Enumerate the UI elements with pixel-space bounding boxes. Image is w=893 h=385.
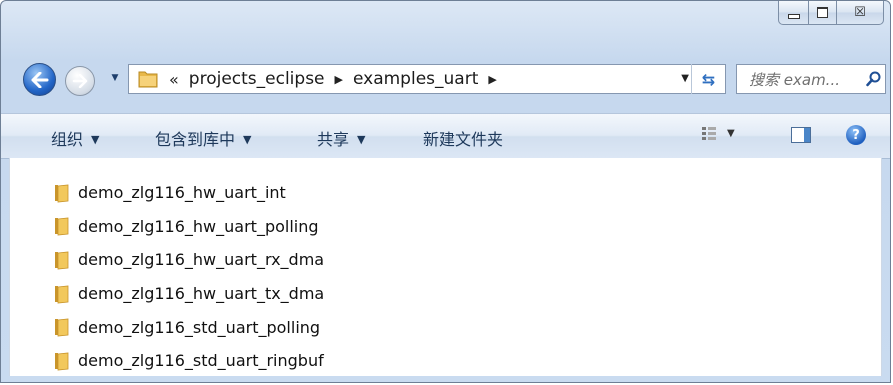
chevron-down-icon: ▼	[91, 133, 100, 146]
folder-icon	[52, 317, 70, 337]
refresh-icon: ⇆	[701, 69, 716, 89]
address-dropdown-icon[interactable]: ▼	[681, 73, 689, 84]
folder-icon	[52, 216, 70, 236]
chevron-down-icon: ▼	[111, 73, 119, 83]
list-item[interactable]: demo_zlg116_hw_uart_tx_dma	[52, 277, 324, 311]
list-item[interactable]: demo_zlg116_std_uart_polling	[52, 310, 324, 344]
minimize-icon	[787, 14, 800, 19]
list-item[interactable]: demo_zlg116_hw_uart_int	[52, 176, 324, 210]
folder-icon	[52, 183, 70, 203]
help-button[interactable]: ?	[846, 125, 866, 145]
include-in-library-menu[interactable]: 包含到库中 ▼	[155, 126, 251, 150]
refresh-button[interactable]: ⇆	[691, 64, 725, 94]
maximize-icon	[817, 7, 828, 18]
file-name: demo_zlg116_hw_uart_rx_dma	[78, 250, 325, 270]
back-button[interactable]	[23, 63, 56, 96]
file-view: demo_zlg116_hw_uart_int demo_zlg116_hw_u…	[9, 158, 882, 376]
list-item[interactable]: demo_zlg116_std_uart_ringbuf	[52, 344, 324, 378]
search-icon[interactable]	[863, 68, 885, 90]
share-label: 共享	[317, 130, 350, 149]
list-item[interactable]: demo_zlg116_hw_uart_rx_dma	[52, 243, 324, 277]
chevron-down-icon: ▼	[243, 133, 252, 146]
organize-menu[interactable]: 组织 ▼	[51, 126, 99, 150]
chevron-down-icon: ▼	[357, 133, 366, 146]
maximize-button[interactable]	[808, 1, 836, 25]
preview-pane-button[interactable]	[791, 127, 811, 143]
close-button[interactable]: ☒	[836, 1, 884, 25]
file-name: demo_zlg116_std_uart_polling	[78, 317, 321, 337]
breadcrumb-separator-icon[interactable]: ▶	[488, 73, 496, 86]
search-box[interactable]: 搜索 exam...	[736, 64, 886, 94]
file-list: demo_zlg116_hw_uart_int demo_zlg116_hw_u…	[52, 176, 324, 378]
folder-icon	[52, 351, 70, 371]
close-icon: ☒	[854, 5, 866, 20]
address-bar[interactable]: « projects_eclipse ▶ examples_uart ▶ ▼ ⇆	[128, 64, 726, 94]
breadcrumb-item[interactable]: projects_eclipse	[189, 69, 325, 89]
navigation-bar: ▼ « projects_eclipse ▶ examples_uart ▶ ▼…	[1, 61, 890, 99]
organize-label: 组织	[51, 130, 84, 149]
search-input[interactable]: 搜索 exam...	[749, 69, 863, 90]
chevron-down-icon: ▼	[727, 127, 735, 139]
breadcrumb-item[interactable]: examples_uart	[353, 69, 478, 89]
recent-pages-button[interactable]: ▼	[109, 73, 121, 85]
breadcrumb: « projects_eclipse ▶ examples_uart ▶	[169, 69, 507, 89]
back-arrow-icon	[31, 71, 48, 88]
explorer-window: ☒ ▼ « projects_eclipse ▶ examples_uart ▶…	[0, 0, 891, 383]
file-name: demo_zlg116_hw_uart_polling	[78, 216, 319, 236]
include-in-library-label: 包含到库中	[155, 130, 236, 149]
breadcrumb-overflow-button[interactable]: «	[169, 70, 179, 89]
file-name: demo_zlg116_std_uart_ringbuf	[78, 351, 324, 371]
new-folder-button[interactable]: 新建文件夹	[423, 126, 503, 150]
new-folder-label: 新建文件夹	[423, 130, 504, 149]
forward-arrow-icon	[72, 74, 88, 88]
command-bar: 组织 ▼ 包含到库中 ▼ 共享 ▼ 新建文件夹 ▼ ?	[1, 113, 890, 159]
folder-icon	[52, 284, 70, 304]
breadcrumb-separator-icon[interactable]: ▶	[335, 73, 343, 86]
file-name: demo_zlg116_hw_uart_int	[78, 183, 286, 203]
caption-buttons: ☒	[778, 1, 884, 25]
list-item[interactable]: demo_zlg116_hw_uart_polling	[52, 210, 324, 244]
folder-icon	[137, 69, 159, 89]
share-menu[interactable]: 共享 ▼	[317, 126, 365, 150]
help-icon: ?	[852, 127, 860, 143]
forward-button[interactable]	[65, 66, 95, 96]
file-name: demo_zlg116_hw_uart_tx_dma	[78, 284, 325, 304]
minimize-button[interactable]	[778, 1, 808, 25]
view-options-icon	[702, 127, 716, 140]
folder-icon	[52, 250, 70, 270]
change-view-button[interactable]: ▼	[701, 126, 735, 140]
